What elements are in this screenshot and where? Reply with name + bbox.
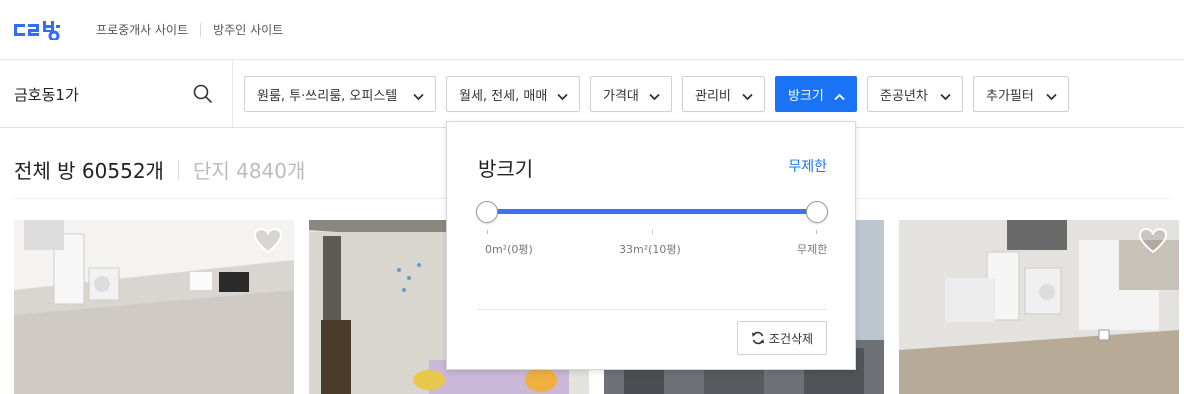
room-photo [14, 220, 294, 394]
filter-maintenance-fee-label: 관리비 [695, 88, 731, 104]
refresh-icon [751, 331, 764, 345]
chevron-down-icon [1046, 90, 1057, 105]
filter-room-type-label: 원룸, 투·쓰리룸, 오피스텔 [257, 88, 398, 104]
page: 프로중개사 사이트 방주인 사이트 원룸, 투·쓰리룸, 오피스텔 월세, 전세… [0, 0, 1184, 394]
chevron-up-icon [834, 90, 845, 105]
filter-deal-type[interactable]: 월세, 전세, 매매 [446, 76, 580, 112]
filter-room-size-label: 방크기 [788, 88, 824, 104]
room-photo [899, 220, 1179, 394]
complex-count[interactable]: 단지 4840개 [193, 155, 305, 184]
pro-agent-site-link[interactable]: 프로중개사 사이트 [96, 21, 188, 38]
header-links: 프로중개사 사이트 방주인 사이트 [96, 21, 283, 38]
filter-maintenance-fee[interactable]: 관리비 [682, 76, 765, 112]
search-box [0, 60, 233, 127]
panel-range-value: 무제한 [788, 159, 827, 175]
filter-room-type[interactable]: 원룸, 투·쓰리룸, 오피스텔 [244, 76, 436, 112]
chevron-down-icon [940, 90, 951, 105]
result-counts: 전체 방 60552개 단지 4840개 [14, 155, 305, 184]
landlord-site-link[interactable]: 방주인 사이트 [213, 21, 283, 38]
room-count[interactable]: 전체 방 60552개 [14, 155, 164, 184]
dabang-logo[interactable] [14, 20, 76, 40]
panel-divider [477, 309, 827, 310]
tick-label-mid: 33m²(10평) [619, 243, 681, 256]
top-header: 프로중개사 사이트 방주인 사이트 [0, 0, 1184, 60]
heart-icon[interactable] [1138, 227, 1168, 258]
search-icon[interactable] [193, 84, 213, 108]
filter-room-size[interactable]: 방크기 [775, 76, 857, 112]
slider-min-handle[interactable] [476, 201, 498, 223]
filter-deal-type-label: 월세, 전세, 매매 [459, 88, 548, 104]
slider-tick [816, 230, 817, 234]
chevron-down-icon [649, 90, 660, 105]
header-divider [200, 22, 202, 37]
logo-mark [14, 20, 60, 40]
tick-label-max: 무제한 [797, 243, 828, 256]
reset-filter-label: 조건삭제 [768, 331, 814, 346]
reset-filter-button[interactable]: 조건삭제 [737, 321, 827, 355]
count-divider [177, 159, 179, 180]
slider-max-handle[interactable] [806, 201, 828, 223]
room-card[interactable] [899, 220, 1179, 394]
size-slider-track[interactable] [487, 209, 817, 214]
room-card[interactable] [14, 220, 294, 394]
filter-building-age[interactable]: 준공년차 [867, 76, 963, 112]
heart-icon[interactable] [253, 227, 283, 258]
chevron-down-icon [413, 90, 424, 105]
tick-label-min: 0m²(0평) [485, 243, 533, 256]
filter-more[interactable]: 추가필터 [973, 76, 1069, 112]
filter-price-label: 가격대 [603, 88, 639, 104]
filter-more-label: 추가필터 [986, 88, 1034, 104]
filter-price[interactable]: 가격대 [590, 76, 672, 112]
filter-bar: 원룸, 투·쓰리룸, 오피스텔 월세, 전세, 매매 가격대 관리비 방크기 준… [0, 60, 1184, 128]
panel-title: 방크기 [478, 157, 534, 181]
room-size-dropdown: 방크기 무제한 0m²(0평) 33m²(10평) 무제한 조건삭제 [446, 121, 856, 370]
search-input[interactable] [14, 82, 184, 106]
slider-tick [487, 230, 488, 234]
slider-tick [652, 230, 653, 234]
chevron-down-icon [557, 90, 568, 105]
filter-building-age-label: 준공년차 [880, 88, 928, 104]
chevron-down-icon [742, 90, 753, 105]
